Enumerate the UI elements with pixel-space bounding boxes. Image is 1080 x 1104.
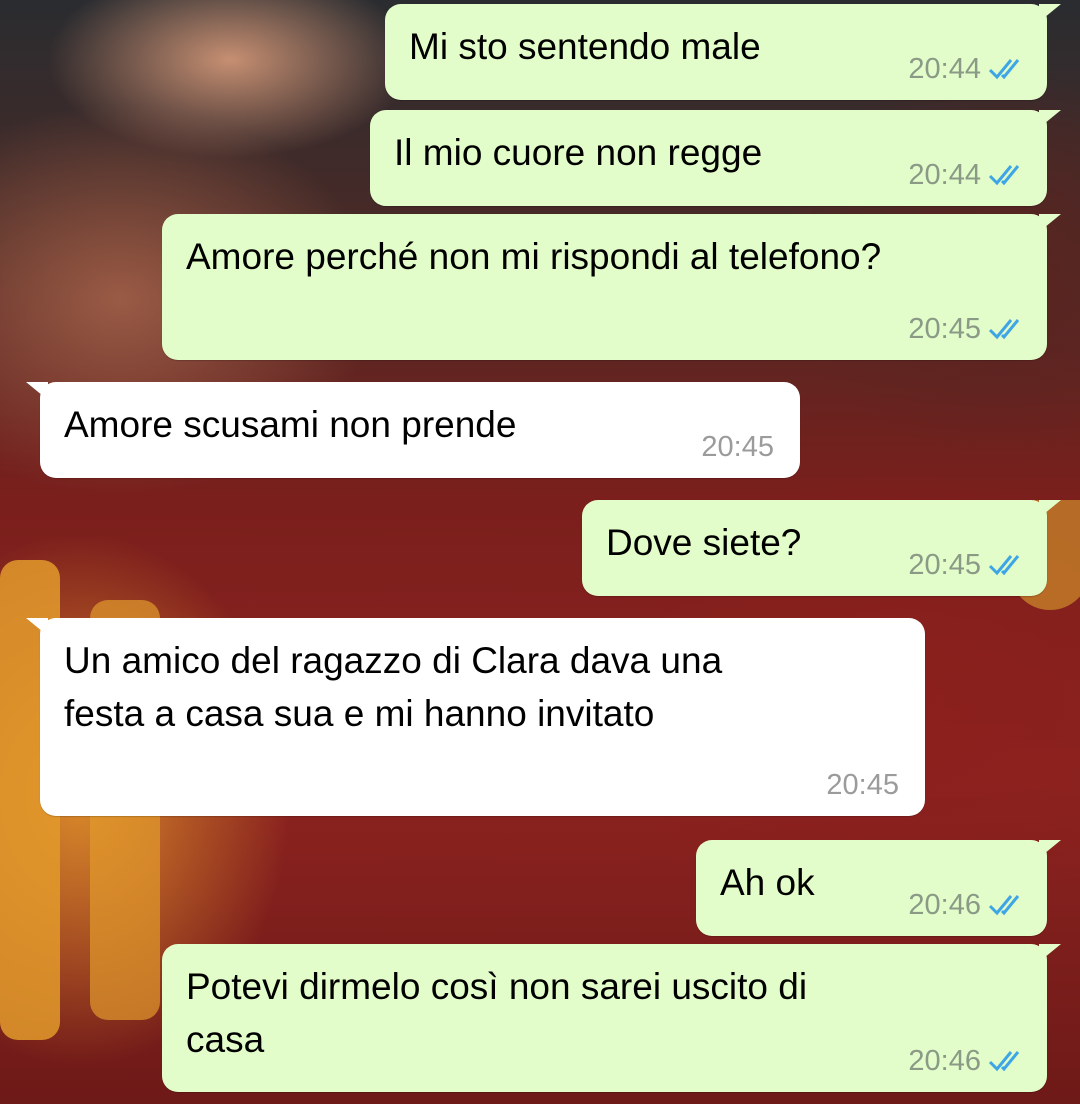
message-meta: 20:45 — [908, 548, 1027, 582]
message-meta: 20:44 — [908, 52, 1027, 86]
message-text: Mi sto sentendo male — [409, 26, 761, 67]
message-text: Dove siete? — [606, 522, 802, 563]
message-meta: 20:46 — [908, 1044, 1027, 1078]
message-meta: 20:46 — [908, 888, 1027, 922]
message-time: 20:44 — [908, 53, 981, 85]
message-meta: 20:45 — [826, 768, 899, 802]
message-time: 20:46 — [908, 1045, 981, 1077]
message-bubble-outgoing[interactable]: Il mio cuore non regge 20:44 — [370, 110, 1061, 206]
message-meta: 20:45 — [701, 430, 774, 464]
message-text: Potevi dirmelo così non sarei uscito di … — [186, 966, 808, 1060]
message-time: 20:44 — [908, 159, 981, 191]
read-double-check-icon — [988, 165, 1020, 186]
message-bubble-incoming[interactable]: Amore scusami non prende 20:45 — [26, 382, 800, 478]
message-bubble-incoming[interactable]: Un amico del ragazzo di Clara dava una f… — [26, 618, 925, 816]
read-double-check-icon — [988, 319, 1020, 340]
message-bubble-outgoing[interactable]: Dove siete? 20:45 — [582, 500, 1061, 596]
message-bubble-outgoing[interactable]: Potevi dirmelo così non sarei uscito di … — [162, 944, 1061, 1092]
message-meta: 20:45 — [908, 312, 1027, 346]
message-text: Un amico del ragazzo di Clara dava una f… — [64, 640, 723, 734]
message-bubble-outgoing[interactable]: Amore perché non mi rispondi al telefono… — [162, 214, 1061, 360]
message-text: Amore scusami non prende — [64, 404, 517, 445]
message-time: 20:45 — [908, 313, 981, 345]
read-double-check-icon — [988, 555, 1020, 576]
read-double-check-icon — [988, 59, 1020, 80]
read-double-check-icon — [988, 1051, 1020, 1072]
message-time: 20:45 — [826, 769, 899, 801]
message-text: Il mio cuore non regge — [394, 132, 763, 173]
message-meta: 20:44 — [908, 158, 1027, 192]
message-bubble-outgoing[interactable]: Ah ok 20:46 — [696, 840, 1061, 936]
message-text: Ah ok — [720, 862, 815, 903]
message-time: 20:46 — [908, 889, 981, 921]
chat-background: Mi sto sentendo male 20:44 Il mio cuore … — [0, 0, 1080, 1104]
read-double-check-icon — [988, 895, 1020, 916]
message-text: Amore perché non mi rispondi al telefono… — [186, 236, 882, 277]
message-time: 20:45 — [908, 549, 981, 581]
message-time: 20:45 — [701, 431, 774, 463]
message-bubble-outgoing[interactable]: Mi sto sentendo male 20:44 — [385, 4, 1061, 100]
